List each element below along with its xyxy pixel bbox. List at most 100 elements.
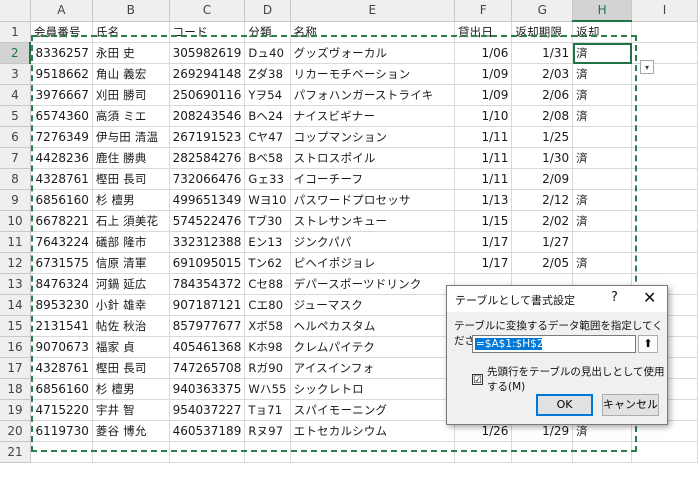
row-header[interactable]: 21 [0, 441, 31, 463]
cell[interactable]: 954037227 [169, 399, 246, 421]
cell[interactable]: 574522476 [169, 210, 246, 232]
cell[interactable]: Rガ90 [244, 357, 291, 379]
cell[interactable]: 1/15 [454, 210, 513, 232]
cell[interactable]: 691095015 [169, 252, 246, 274]
cell[interactable]: 784354372 [169, 273, 246, 295]
cell[interactable]: 250690116 [169, 84, 246, 106]
ok-button[interactable]: OK [536, 394, 593, 416]
row-header[interactable]: 4 [0, 84, 31, 106]
cell[interactable]: ナイスビギナー [290, 105, 455, 127]
range-input-value[interactable]: =$A$1:$H$20 [475, 338, 550, 350]
cell[interactable]: Tン62 [244, 252, 291, 274]
cell[interactable] [631, 189, 698, 211]
cell[interactable]: 4328761 [30, 357, 93, 379]
cell[interactable]: 杉 檀男 [92, 189, 170, 211]
cell[interactable]: 3976667 [30, 84, 93, 106]
cell[interactable]: パスワードプロセッサ [290, 189, 455, 211]
cell[interactable]: 石上 須美花 [92, 210, 170, 232]
cancel-button[interactable]: キャンセル [602, 394, 659, 416]
row-header[interactable]: 8 [0, 168, 31, 190]
cell[interactable]: 済 [572, 210, 633, 232]
cell[interactable] [454, 441, 513, 463]
cell[interactable]: Dュ40 [244, 42, 291, 64]
cell[interactable]: Eン13 [244, 231, 291, 253]
cell[interactable]: 1/11 [454, 126, 513, 148]
cell[interactable]: 伊与田 清温 [92, 126, 170, 148]
column-header-f[interactable]: F [454, 0, 513, 22]
cell[interactable]: Gェ33 [244, 168, 291, 190]
row-header[interactable]: 5 [0, 105, 31, 127]
cell[interactable] [631, 105, 698, 127]
cell[interactable] [631, 441, 698, 463]
cell[interactable]: 鹿住 勝典 [92, 147, 170, 169]
column-header-e[interactable]: E [290, 0, 455, 22]
cell[interactable]: Bベ58 [244, 147, 291, 169]
cell[interactable]: アイスインフォ [290, 357, 455, 379]
cell[interactable]: 1/27 [511, 231, 574, 253]
cell[interactable]: パフォハンガーストライキ [290, 84, 455, 106]
column-header-d[interactable]: D [244, 0, 291, 22]
cell[interactable]: 305982619 [169, 42, 246, 64]
cell[interactable]: 済 [572, 189, 633, 211]
cell[interactable]: 帖佐 秋治 [92, 315, 170, 337]
cell[interactable]: 1/09 [454, 84, 513, 106]
cell[interactable]: ストレサンキュー [290, 210, 455, 232]
cell[interactable]: シックレトロ [290, 378, 455, 400]
cell[interactable]: 信原 清軍 [92, 252, 170, 274]
cell[interactable]: リカーモチベーション [290, 63, 455, 85]
cell[interactable]: 1/30 [511, 147, 574, 169]
cell[interactable] [631, 126, 698, 148]
row-header[interactable]: 20 [0, 420, 31, 442]
cell[interactable]: ストロスポイル [290, 147, 455, 169]
cell[interactable]: ジンクパパ [290, 231, 455, 253]
column-header-h[interactable]: H [572, 0, 633, 22]
cell[interactable]: Wハ55 [244, 378, 291, 400]
cell[interactable]: 857977677 [169, 315, 246, 337]
cell[interactable]: 7643224 [30, 231, 93, 253]
cell[interactable]: Wヨ10 [244, 189, 291, 211]
cell[interactable] [572, 441, 633, 463]
cell[interactable]: 6574360 [30, 105, 93, 127]
cell[interactable] [631, 168, 698, 190]
cell[interactable]: 高須 ミエ [92, 105, 170, 127]
cell[interactable]: 1/25 [511, 126, 574, 148]
cell[interactable]: クレムパイテク [290, 336, 455, 358]
row-header[interactable]: 12 [0, 252, 31, 274]
cell[interactable]: 332312388 [169, 231, 246, 253]
cell[interactable]: Rヌ97 [244, 420, 291, 442]
cell[interactable]: Tョ71 [244, 399, 291, 421]
cell[interactable]: ヘルペカスタム [290, 315, 455, 337]
cell[interactable]: 永田 史 [92, 42, 170, 64]
cell[interactable]: 1/11 [454, 168, 513, 190]
cell[interactable]: 282584276 [169, 147, 246, 169]
cell[interactable]: 済 [572, 252, 633, 274]
cell[interactable]: 分類 [244, 21, 291, 43]
cell[interactable]: 2131541 [30, 315, 93, 337]
cell[interactable]: 6119730 [30, 420, 93, 442]
cell[interactable]: Cエ80 [244, 294, 291, 316]
cell[interactable]: 1/10 [454, 105, 513, 127]
cell[interactable]: 樫田 長司 [92, 357, 170, 379]
row-header[interactable]: 18 [0, 378, 31, 400]
cell[interactable] [631, 252, 698, 274]
cell[interactable]: 返却期限 [511, 21, 574, 43]
row-header[interactable]: 17 [0, 357, 31, 379]
cell[interactable]: 732066476 [169, 168, 246, 190]
cell[interactable]: Kホ98 [244, 336, 291, 358]
cell[interactable] [92, 441, 170, 463]
range-input-box[interactable]: =$A$1:$H$20 [472, 335, 636, 353]
cell[interactable]: 2/05 [511, 252, 574, 274]
cell[interactable]: 269294148 [169, 63, 246, 85]
cell[interactable]: コップマンション [290, 126, 455, 148]
cell[interactable]: Xボ58 [244, 315, 291, 337]
cell[interactable]: Bヘ24 [244, 105, 291, 127]
cell[interactable]: 2/06 [511, 84, 574, 106]
cell[interactable]: 2/08 [511, 105, 574, 127]
cell[interactable]: Zダ38 [244, 63, 291, 85]
row-header[interactable]: 6 [0, 126, 31, 148]
cell[interactable] [631, 84, 698, 106]
row-header[interactable]: 19 [0, 399, 31, 421]
cell[interactable] [631, 231, 698, 253]
cell[interactable]: 済 [572, 84, 633, 106]
cell[interactable]: 940363375 [169, 378, 246, 400]
